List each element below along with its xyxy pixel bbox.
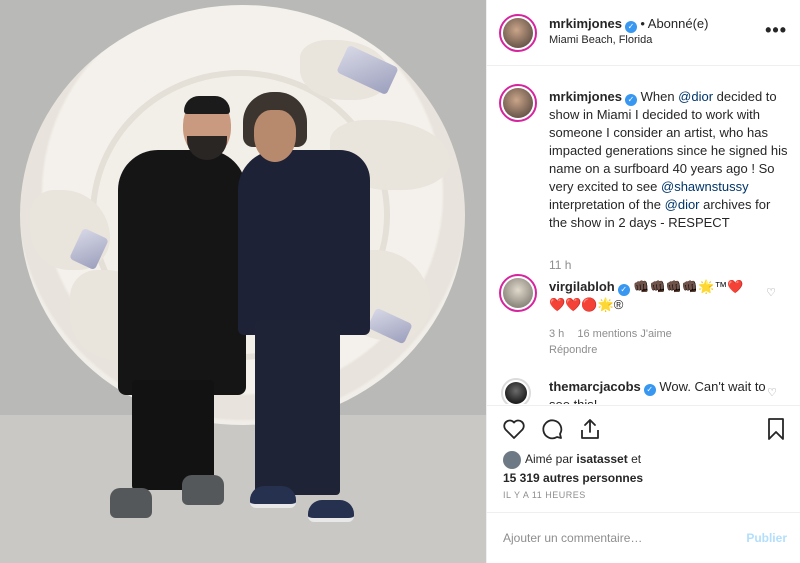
comment-author[interactable]: virgilabloh bbox=[549, 279, 615, 294]
commenter-avatar[interactable] bbox=[501, 378, 531, 404]
caption-text: interpretation of the bbox=[549, 197, 665, 212]
likes-count[interactable]: 15 319 autres personnes bbox=[503, 471, 643, 485]
mention-link[interactable]: @dior bbox=[678, 89, 713, 104]
liker-avatar[interactable] bbox=[503, 450, 521, 469]
shoe bbox=[250, 486, 296, 508]
reply-link[interactable]: Répondre bbox=[549, 344, 597, 356]
like-icon[interactable] bbox=[501, 416, 527, 442]
follow-status[interactable]: • Abonné(e) bbox=[640, 16, 708, 31]
author-username[interactable]: mrkimjones bbox=[549, 16, 622, 31]
person-right-face bbox=[254, 110, 296, 162]
person-left-legs bbox=[132, 380, 214, 490]
boot bbox=[182, 475, 224, 505]
comment-text: 👊🏿👊🏿👊🏿👊🏿🌟™❤️ bbox=[633, 279, 744, 294]
comment: virgilabloh ✓ 👊🏿👊🏿👊🏿👊🏿🌟™❤️ ❤️❤️🔴🌟® bbox=[549, 278, 769, 314]
person-right-jacket bbox=[238, 150, 370, 335]
comment: themarcjacobs✓ Wow. Can't wait to see th… bbox=[549, 378, 769, 404]
verified-icon: ✓ bbox=[643, 384, 656, 396]
caption-time[interactable]: 11 h bbox=[549, 258, 571, 272]
post-side-panel: mrkimjones ✓ • Abonné(e) Miami Beach, Flo… bbox=[486, 0, 800, 563]
person-right-trousers bbox=[255, 320, 340, 495]
more-icon[interactable]: ••• bbox=[765, 20, 787, 41]
likes-mid: et bbox=[627, 452, 642, 466]
likes-prefix: Aimé par bbox=[525, 452, 577, 466]
verified-icon: ✓ bbox=[624, 21, 637, 33]
save-icon[interactable] bbox=[763, 416, 789, 442]
person-left-coat bbox=[118, 150, 246, 395]
post-caption: mrkimjones ✓ When @dior decided to show i… bbox=[549, 88, 789, 232]
instagram-post-modal: mrkimjones ✓ • Abonné(e) Miami Beach, Flo… bbox=[0, 0, 800, 563]
like-comment-icon[interactable]: ♡ bbox=[767, 386, 777, 399]
person-left-hair bbox=[184, 96, 230, 114]
commenter-avatar[interactable] bbox=[499, 274, 537, 312]
caption-avatar[interactable] bbox=[499, 84, 537, 122]
share-icon[interactable] bbox=[577, 416, 603, 442]
actions-divider bbox=[487, 405, 800, 406]
comment-text: ❤️❤️🔴🌟® bbox=[549, 297, 624, 312]
like-comment-icon[interactable]: ♡ bbox=[766, 286, 776, 299]
author-line: mrkimjones ✓ • Abonné(e) bbox=[549, 16, 708, 33]
comment-likes[interactable]: 16 mentions J'aime bbox=[577, 328, 671, 340]
post-header: mrkimjones ✓ • Abonné(e) Miami Beach, Flo… bbox=[487, 0, 800, 66]
publish-button[interactable]: Publier bbox=[746, 531, 787, 545]
comment-clip: themarcjacobs✓ Wow. Can't wait to see th… bbox=[487, 372, 800, 404]
caption-author[interactable]: mrkimjones bbox=[549, 89, 622, 104]
comment-meta: 3 h 16 mentions J'aime bbox=[549, 328, 672, 340]
photo-floor bbox=[0, 415, 486, 563]
caption-text: When bbox=[636, 89, 679, 104]
mention-link[interactable]: @dior bbox=[665, 197, 700, 212]
likes-summary: Aimé par isatasset et 15 319 autres pers… bbox=[503, 450, 793, 487]
verified-icon: ✓ bbox=[624, 94, 637, 106]
comment-author[interactable]: themarcjacobs bbox=[549, 379, 641, 394]
mention-link[interactable]: @shawnstussy bbox=[661, 179, 749, 194]
boot bbox=[110, 488, 152, 518]
comment-input[interactable]: Ajouter un commentaire… bbox=[503, 531, 642, 545]
post-photo[interactable] bbox=[0, 0, 486, 563]
author-avatar[interactable] bbox=[499, 14, 537, 52]
comment-icon[interactable] bbox=[539, 416, 565, 442]
add-comment-bar: Ajouter un commentaire… Publier bbox=[487, 512, 800, 563]
verified-icon: ✓ bbox=[617, 284, 630, 296]
shoe bbox=[308, 500, 354, 522]
location-link[interactable]: Miami Beach, Florida bbox=[549, 34, 652, 46]
comment-time[interactable]: 3 h bbox=[549, 328, 564, 340]
post-timestamp[interactable]: IL Y A 11 HEURES bbox=[503, 490, 586, 500]
liker-username[interactable]: isatasset bbox=[576, 452, 627, 466]
